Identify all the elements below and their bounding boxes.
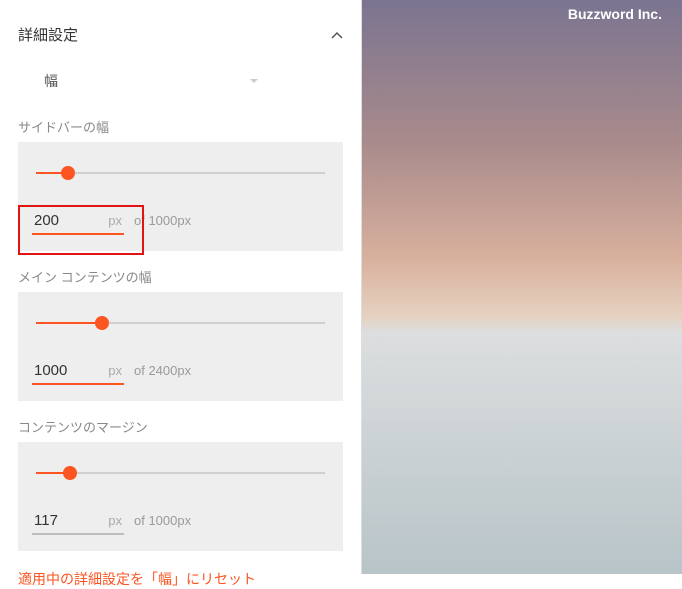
of-text: of 1000px <box>134 213 191 228</box>
field-label: メイン コンテンツの幅 <box>18 267 361 286</box>
field-label: サイドバーの幅 <box>18 117 361 136</box>
slider[interactable] <box>36 312 325 334</box>
reset-link[interactable]: 適用中の詳細設定を「幅」にリセット <box>18 569 343 589</box>
value-row: 200 px of 1000px <box>32 210 329 235</box>
width-dropdown[interactable]: 幅 <box>42 67 262 95</box>
slider[interactable] <box>36 462 325 484</box>
of-text: of 1000px <box>134 513 191 528</box>
section-title: 詳細設定 <box>18 24 78 45</box>
slider-card: 1000 px of 2400px <box>18 292 343 401</box>
slider-card: 117 px of 1000px <box>18 442 343 551</box>
value-row: 1000 px of 2400px <box>32 360 329 385</box>
slider-thumb[interactable] <box>63 466 77 480</box>
slider-card: 200 px of 1000px <box>18 142 343 251</box>
slider-thumb[interactable] <box>95 316 109 330</box>
dropdown-label: 幅 <box>44 71 58 91</box>
section-header[interactable]: 詳細設定 <box>0 8 361 53</box>
slider-thumb[interactable] <box>61 166 75 180</box>
value-number: 1000 <box>34 362 100 379</box>
chevron-down-icon <box>248 73 260 89</box>
brand-text: Buzzword Inc. <box>568 6 662 22</box>
slider[interactable] <box>36 162 325 184</box>
value-unit: px <box>108 363 122 378</box>
value-input[interactable]: 117 px <box>32 510 124 535</box>
value-unit: px <box>108 213 122 228</box>
settings-panel: 詳細設定 幅 サイドバーの幅 200 px of 1000px メイン コンテンツの幅 1… <box>0 0 362 574</box>
preview-background <box>362 0 682 574</box>
dropdown-row: 幅 <box>0 53 361 117</box>
value-input[interactable]: 200 px <box>32 210 124 235</box>
chevron-up-icon <box>331 29 343 41</box>
value-unit: px <box>108 513 122 528</box>
value-number: 200 <box>34 212 100 229</box>
value-row: 117 px of 1000px <box>32 510 329 535</box>
value-input[interactable]: 1000 px <box>32 360 124 385</box>
of-text: of 2400px <box>134 363 191 378</box>
field-label: コンテンツのマージン <box>18 417 361 436</box>
preview-pane: Buzzword Inc. 室内遊具施設 - 6月 01, 2022 雨が降った… <box>362 0 682 574</box>
value-number: 117 <box>34 512 100 529</box>
